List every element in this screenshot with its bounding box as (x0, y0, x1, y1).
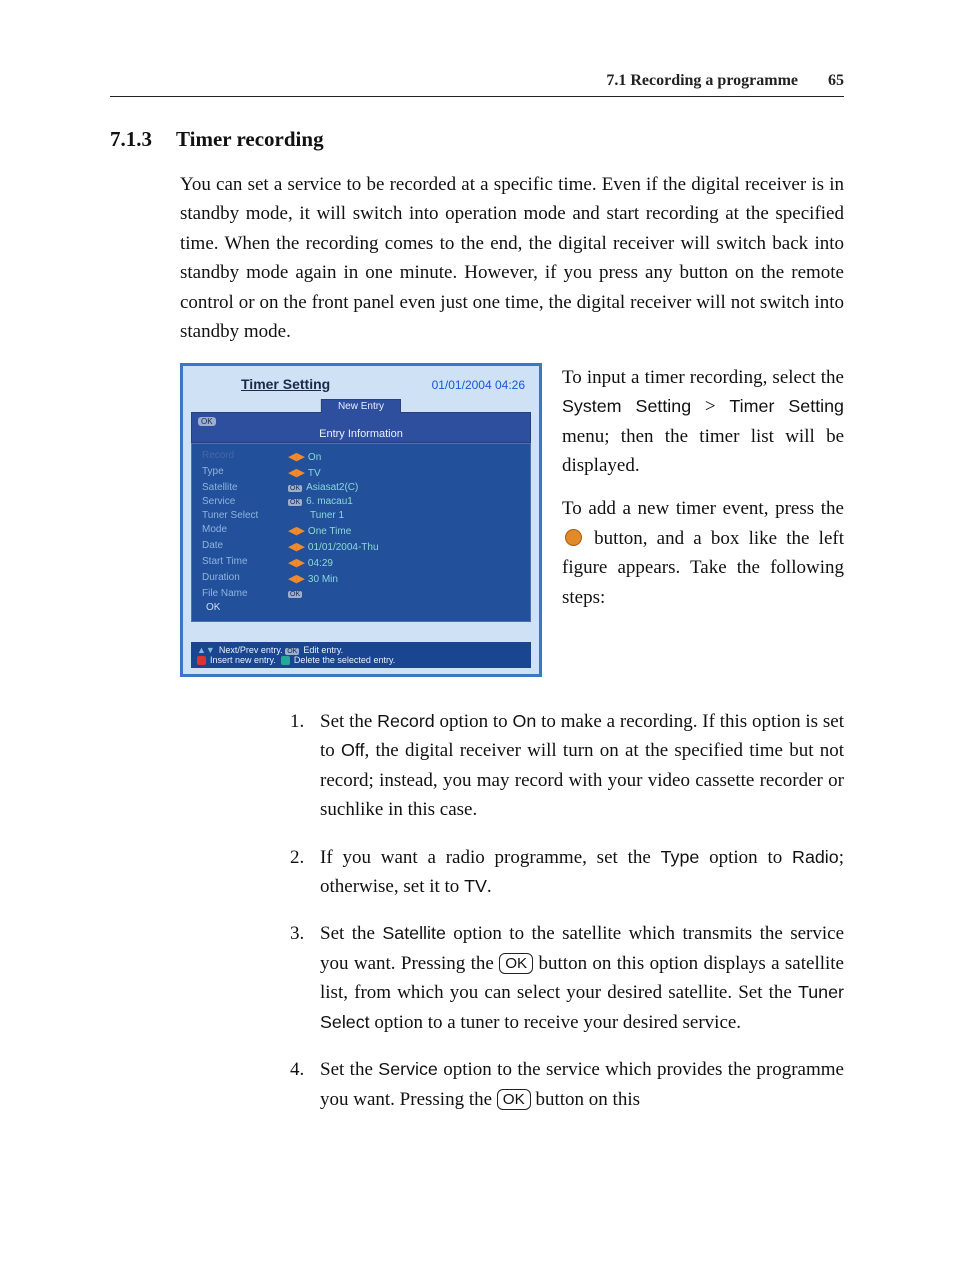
ui-term: On (512, 711, 536, 731)
section-heading: 7.1.3 Timer recording (110, 127, 844, 152)
field-value-start: 04:29 (308, 558, 333, 569)
hint-nextprev: Next/Prev entry. (219, 645, 283, 655)
page: 7.1 Recording a programme 65 7.1.3 Timer… (0, 0, 954, 1272)
ok-chiplet-icon: OK (288, 591, 302, 598)
ok-button-glyph: OK (499, 953, 533, 974)
screen-datetime: 01/01/2004 04:26 (432, 378, 525, 392)
hint-bar: ▲▼ Next/Prev entry. OK Edit entry. Insert … (191, 642, 531, 668)
ui-term: Record (377, 711, 435, 731)
ui-term: Service (378, 1059, 438, 1079)
ui-term: Tuner Select (320, 982, 844, 1031)
field-label-tuner: Tuner Select (202, 510, 288, 521)
hint-insert: Insert new entry. (210, 655, 276, 665)
menu-path-2: Timer Setting (729, 396, 844, 416)
lr-arrows-icon: ◀▶ (288, 524, 305, 537)
hint-delete: Delete the selected entry. (294, 655, 395, 665)
ok-button-glyph: OK (497, 1089, 531, 1110)
field-value-tuner: Tuner 1 (310, 510, 344, 521)
field-label-date: Date (202, 540, 288, 553)
field-label-filename: File Name (202, 588, 288, 599)
section-number: 7.1.3 (110, 127, 152, 152)
step-number: 1. (290, 707, 304, 736)
running-header: 7.1 Recording a programme 65 (110, 72, 844, 90)
ok-chiplet-icon: OK (288, 485, 302, 492)
ok-chiplet-icon: OK (285, 648, 299, 655)
section-title: Timer recording (176, 127, 324, 152)
text: menu; then the timer list will be displa… (562, 426, 844, 476)
field-label-type: Type (202, 466, 288, 479)
ui-term: Satellite (382, 923, 446, 943)
lr-arrows-icon: ◀▶ (288, 540, 305, 553)
lr-arrows-icon: ◀▶ (288, 450, 305, 463)
ok-chiplet-icon: OK (288, 499, 302, 506)
intro-paragraph: You can set a service to be recorded at … (180, 170, 844, 347)
list-item: 1.Set the Record option to On to make a … (290, 707, 844, 825)
screen-header: Timer Setting 01/01/2004 04:26 (191, 374, 531, 400)
entry-info-title: Entry Information (198, 428, 524, 440)
timer-setting-screenshot: Timer Setting 01/01/2004 04:26 New Entry… (180, 363, 542, 677)
hint-edit: Edit entry. (303, 645, 343, 655)
field-label-record: Record (202, 450, 288, 463)
field-value-service: 6. macau1 (306, 496, 353, 507)
green-dot-icon (281, 656, 290, 665)
list-item: 4.Set the Service option to the service … (290, 1055, 844, 1114)
entry-panel-header: New Entry OK Entry Information (191, 412, 531, 443)
ui-term: TV (464, 876, 487, 896)
tv-frame: Timer Setting 01/01/2004 04:26 New Entry… (180, 363, 542, 677)
list-item: 2.If you want a radio programme, set the… (290, 843, 844, 902)
page-number: 65 (816, 72, 844, 90)
lr-arrows-icon: ◀▶ (288, 556, 305, 569)
form-ok-row: OK (202, 602, 288, 613)
field-value-type: TV (308, 468, 321, 479)
ui-term: Radio (792, 847, 839, 867)
menu-path-1: System Setting (562, 396, 691, 416)
orange-button-icon (565, 529, 582, 546)
ui-term: Off (341, 740, 365, 760)
header-rule (110, 96, 844, 97)
field-label-start: Start Time (202, 556, 288, 569)
text: To input a timer recording, select the (562, 367, 844, 388)
text: button, and a box like the left figure a… (562, 528, 844, 608)
field-value-mode: One Time (308, 526, 351, 537)
field-value-record: On (308, 452, 321, 463)
step-number: 4. (290, 1055, 304, 1084)
entry-tab-label: New Entry (321, 399, 401, 413)
steps-list: 1.Set the Record option to On to make a … (110, 707, 844, 1114)
ui-term: Type (661, 847, 700, 867)
field-label-service: Service (202, 496, 288, 507)
field-value-satellite: Asiasat2(C) (306, 482, 358, 493)
field-label-satellite: Satellite (202, 482, 288, 493)
text: To add a new timer event, press the (562, 498, 844, 519)
list-item: 3.Set the Satellite option to the satell… (290, 919, 844, 1037)
screen-title: Timer Setting (241, 376, 330, 392)
step-number: 3. (290, 919, 304, 948)
menu-path-sep: > (691, 396, 729, 417)
entry-form: Record ◀▶On Type ◀▶TV Satellite OKAsiasa… (191, 443, 531, 622)
red-dot-icon (197, 656, 206, 665)
field-label-mode: Mode (202, 524, 288, 537)
updown-icon: ▲▼ (197, 645, 215, 655)
lr-arrows-icon: ◀▶ (288, 466, 305, 479)
field-value-date: 01/01/2004-Thu (308, 542, 379, 553)
step-number: 2. (290, 843, 304, 872)
field-value-duration: 30 Min (308, 574, 338, 585)
field-label-duration: Duration (202, 572, 288, 585)
ok-chip-icon: OK (198, 417, 216, 426)
running-title: 7.1 Recording a programme (606, 72, 798, 89)
lr-arrows-icon: ◀▶ (288, 572, 305, 585)
